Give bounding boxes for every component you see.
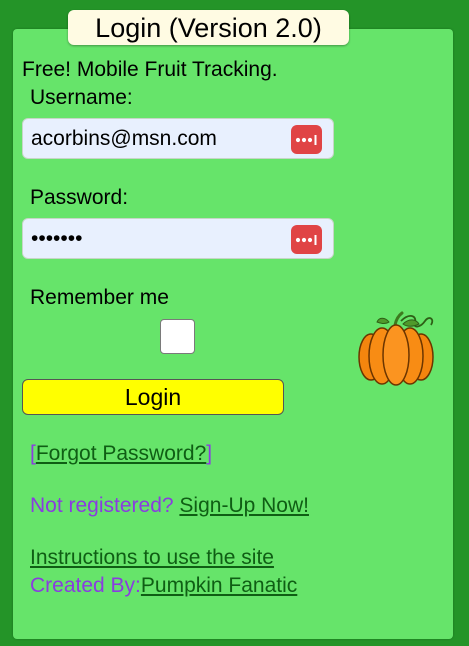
username-field[interactable]	[31, 119, 291, 158]
username-label: Username:	[30, 86, 133, 109]
username-field-wrapper	[22, 118, 334, 159]
login-button[interactable]: Login	[22, 379, 284, 415]
created-by-line: Created By:Pumpkin Fanatic	[30, 574, 297, 598]
password-manager-icon[interactable]	[291, 125, 322, 154]
created-by-text: Created By:	[30, 574, 141, 597]
signup-link[interactable]: Sign-Up Now!	[179, 494, 309, 517]
pumpkin-icon	[358, 311, 434, 386]
forgot-bracket-close: ]	[206, 442, 213, 465]
password-manager-icon[interactable]	[291, 225, 322, 254]
not-registered-text: Not registered?	[30, 494, 174, 517]
signup-line: Not registered? Sign-Up Now!	[30, 494, 309, 518]
remember-me-checkbox[interactable]	[160, 319, 195, 354]
forgot-password-link[interactable]: Forgot Password?	[36, 442, 206, 465]
tagline: Free! Mobile Fruit Tracking.	[22, 58, 278, 81]
forgot-password-line: [Forgot Password?]	[30, 442, 212, 466]
instructions-line: Instructions to use the site	[30, 546, 274, 570]
instructions-link[interactable]: Instructions to use the site	[30, 546, 274, 569]
password-label: Password:	[30, 186, 129, 209]
remember-me-label: Remember me	[30, 286, 169, 309]
author-link[interactable]: Pumpkin Fanatic	[141, 574, 297, 597]
password-field-wrapper	[22, 218, 334, 259]
page-title: Login (Version 2.0)	[95, 13, 322, 43]
password-field[interactable]	[31, 219, 291, 258]
